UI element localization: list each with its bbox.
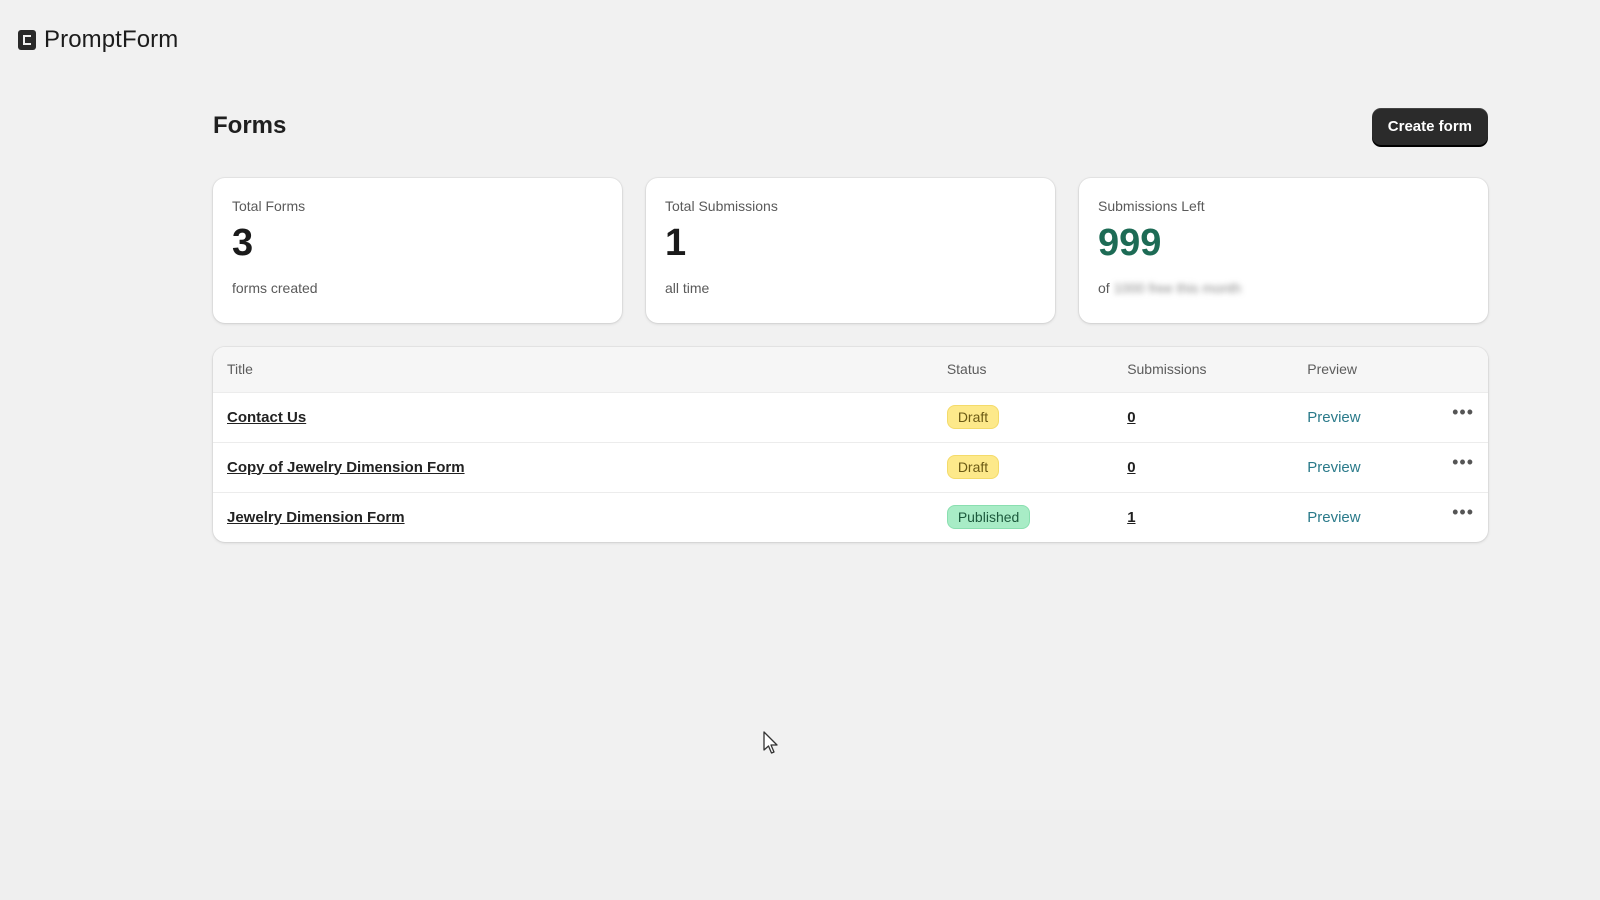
header-preview: Preview (1307, 361, 1358, 378)
preview-link[interactable]: Preview (1307, 509, 1360, 526)
main-content: Forms Create form Total Forms 3 forms cr… (213, 106, 1488, 542)
form-title-link[interactable]: Copy of Jewelry Dimension Form (227, 459, 465, 476)
stats-row: Total Forms 3 forms created Total Submis… (213, 178, 1488, 323)
stat-sub: forms created (232, 280, 318, 296)
table-header-row: Title Status Submissions Preview (213, 347, 1488, 392)
stat-sub-blurred: 1000 free this month (1113, 280, 1242, 296)
stat-value: 999 (1098, 222, 1162, 264)
header-actions (1438, 347, 1488, 392)
table-row: Copy of Jewelry Dimension Form Draft 0 P… (213, 442, 1488, 492)
form-title-link[interactable]: Jewelry Dimension Form (227, 509, 405, 526)
preview-link[interactable]: Preview (1307, 409, 1360, 426)
stat-label: Submissions Left (1098, 198, 1205, 214)
stat-card-total-submissions: Total Submissions 1 all time (646, 178, 1055, 323)
forms-table: Title Status Submissions Preview Contact… (213, 347, 1488, 542)
stat-sub: all time (665, 280, 710, 296)
header-status: Status (946, 361, 987, 378)
brand[interactable]: PromptForm (18, 26, 178, 54)
header-submissions: Submissions (1127, 361, 1207, 378)
status-badge: Draft (946, 405, 1000, 429)
app-root: PromptForm Forms Create form Total Forms… (0, 0, 1600, 900)
stat-value: 3 (232, 222, 254, 264)
page-title: Forms (213, 112, 287, 139)
brand-name: PromptForm (44, 26, 179, 53)
more-horizontal-icon[interactable]: ••• (1452, 452, 1474, 473)
create-form-button[interactable]: Create form (1371, 107, 1488, 145)
stat-label: Total Submissions (665, 198, 778, 214)
mouse-cursor-icon (763, 731, 778, 754)
submissions-link[interactable]: 1 (1127, 509, 1135, 526)
status-badge: Published (946, 505, 1031, 530)
submissions-link[interactable]: 0 (1127, 409, 1135, 426)
table-row: Contact Us Draft 0 Preview ••• (213, 392, 1488, 442)
table-row: Jewelry Dimension Form Published 1 Previ… (213, 492, 1488, 542)
stat-label: Total Forms (232, 198, 306, 214)
stat-card-total-forms: Total Forms 3 forms created (213, 178, 622, 323)
bottom-band (0, 810, 1600, 900)
more-horizontal-icon[interactable]: ••• (1452, 402, 1474, 423)
stat-sub-prefix: of (1098, 280, 1110, 296)
status-badge: Draft (946, 455, 1000, 479)
preview-link[interactable]: Preview (1307, 459, 1360, 476)
more-horizontal-icon[interactable]: ••• (1452, 502, 1474, 523)
stat-card-submissions-left: Submissions Left 999 of 1000 free this m… (1079, 178, 1488, 323)
forms-table-card: Title Status Submissions Preview Contact… (213, 347, 1488, 542)
header-title: Title (227, 361, 253, 378)
form-title-link[interactable]: Contact Us (227, 409, 306, 426)
stat-value: 1 (665, 222, 687, 264)
submissions-link[interactable]: 0 (1127, 459, 1135, 476)
promptform-logo-icon (18, 30, 36, 50)
stat-sub: of 1000 free this month (1098, 280, 1469, 296)
page-header: Forms Create form (213, 106, 1488, 146)
